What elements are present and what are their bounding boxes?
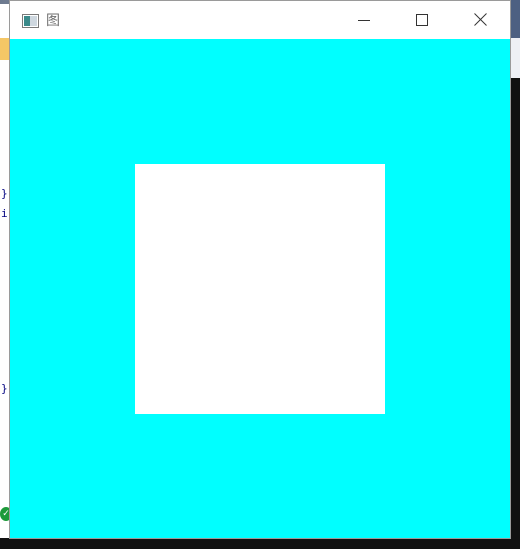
white-square [135,164,385,414]
drawing-canvas [10,39,510,538]
code-char: i [1,207,8,220]
code-char: } [1,187,8,200]
title-bar[interactable]: 图 [10,1,510,39]
window-title: 图 [46,13,60,29]
close-icon [473,11,487,30]
minimize-button[interactable] [335,1,393,39]
close-button[interactable] [451,1,509,39]
maximize-button[interactable] [393,1,451,39]
code-char: } [1,382,8,395]
background-dark-footer [0,538,520,549]
application-window-icon [22,13,39,28]
minimize-icon [358,11,370,30]
maximize-icon [416,11,428,30]
app-window: 图 [9,0,511,539]
